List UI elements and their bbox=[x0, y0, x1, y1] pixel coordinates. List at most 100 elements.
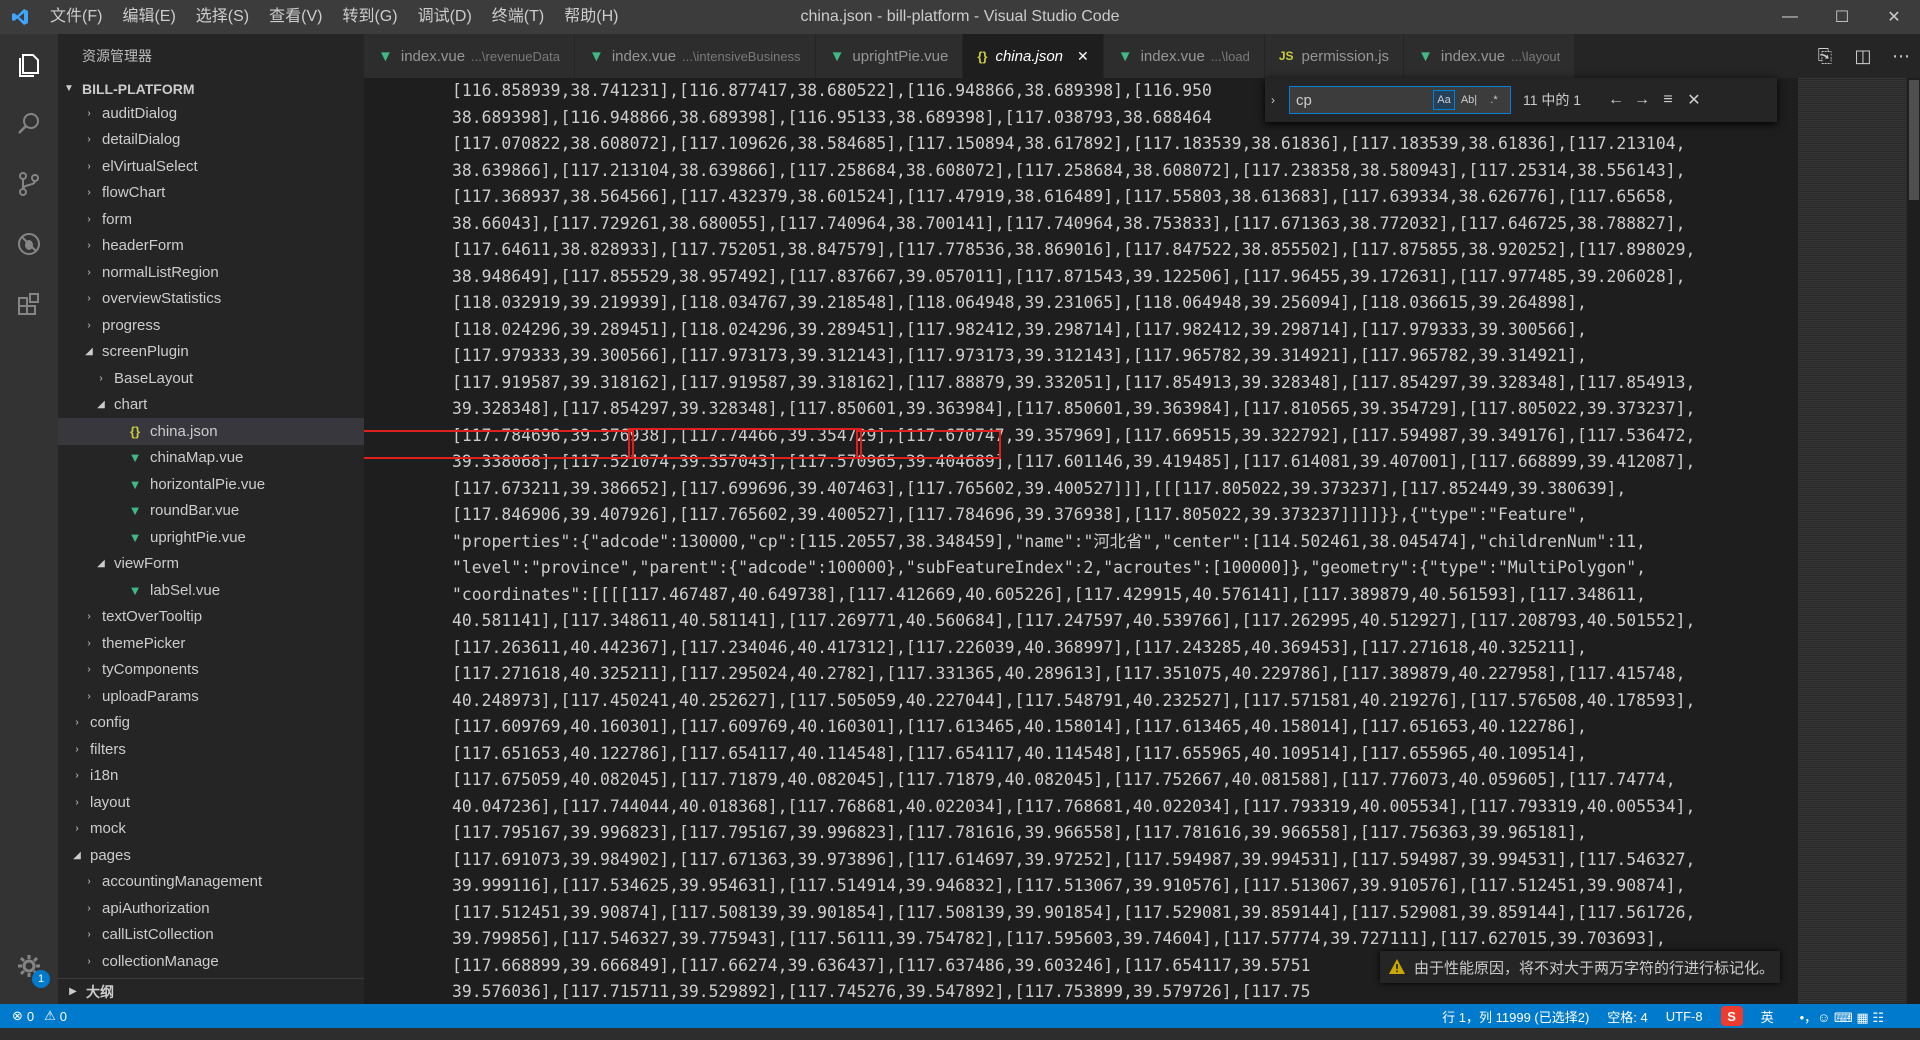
editor-actions: ⎘ ◫ ⋯ bbox=[1806, 34, 1920, 78]
outline-section-header[interactable]: ▶ 大纲 bbox=[58, 978, 364, 1004]
tree-folder[interactable]: › tyComponents bbox=[58, 657, 364, 684]
tree-folder[interactable]: › apiAuthorization bbox=[58, 895, 364, 922]
tree-folder[interactable]: ◢ screenPlugin bbox=[58, 339, 364, 366]
tree-folder[interactable]: › elVirtualSelect bbox=[58, 153, 364, 180]
tree-folder[interactable]: › auditDialog bbox=[58, 100, 364, 127]
chevron-right-icon: › bbox=[87, 240, 91, 252]
editor-tab[interactable]: ▼ uprightPie.vue bbox=[815, 34, 964, 78]
cursor-position[interactable]: 行 1，列 11999 (已选择2) bbox=[1442, 1007, 1589, 1026]
tree-file[interactable]: ▼ roundBar.vue bbox=[58, 498, 364, 525]
tree-folder[interactable]: ◢ chart bbox=[58, 392, 364, 419]
tree-folder[interactable]: › callListCollection bbox=[58, 922, 364, 949]
next-match-button[interactable]: → bbox=[1629, 91, 1655, 109]
tree-folder[interactable]: › BaseLayout bbox=[58, 365, 364, 392]
tree-file[interactable]: {} china.json bbox=[58, 418, 364, 445]
tree-file[interactable]: ▼ uprightPie.vue bbox=[58, 524, 364, 551]
open-changes-icon[interactable]: ⎘ bbox=[1806, 46, 1844, 67]
editor-tab[interactable]: ▼ index.vue ...\revenueData bbox=[364, 34, 575, 78]
encoding[interactable]: UTF-8 bbox=[1666, 1009, 1703, 1024]
toggle-replace-icon[interactable]: › bbox=[1271, 93, 1289, 107]
tree-folder[interactable]: › flowChart bbox=[58, 180, 364, 207]
tree-file[interactable]: ▼ chinaMap.vue bbox=[58, 445, 364, 472]
tree-folder[interactable]: › headerForm bbox=[58, 233, 364, 260]
problems-indicator[interactable]: ⊗ 0 ⚠ 0 bbox=[0, 1008, 67, 1024]
maximize-button[interactable]: ☐ bbox=[1816, 0, 1868, 34]
tree-item-label: horizontalPie.vue bbox=[150, 475, 266, 493]
source-control-icon[interactable] bbox=[0, 154, 58, 214]
editor-tab[interactable]: ▼ index.vue ...\load bbox=[1103, 34, 1265, 78]
tree-folder[interactable]: › overviewStatistics bbox=[58, 286, 364, 313]
tree-folder[interactable]: › normalListRegion bbox=[58, 259, 364, 286]
code-line: 38.948649],[117.855529,38.957492],[117.8… bbox=[452, 266, 1686, 286]
chevron-right-icon: › bbox=[99, 372, 103, 384]
more-actions-icon[interactable]: ⋯ bbox=[1882, 46, 1920, 67]
close-window-button[interactable]: ✕ bbox=[1868, 0, 1920, 34]
code-editor[interactable]: [116.858939,38.741231],[116.877417,38.68… bbox=[364, 78, 1920, 1004]
menu-debug[interactable]: 调试(D) bbox=[408, 0, 482, 34]
tree-folder[interactable]: › config bbox=[58, 710, 364, 737]
code-line: [117.784696,39.376938],[117.74466,39.354… bbox=[452, 425, 1696, 445]
tree-item-label: labSel.vue bbox=[150, 581, 221, 599]
json-file-icon: {} bbox=[977, 48, 988, 64]
menu-help[interactable]: 帮助(H) bbox=[554, 0, 628, 34]
tree-folder[interactable]: › i18n bbox=[58, 763, 364, 790]
split-editor-icon[interactable]: ◫ bbox=[1844, 46, 1882, 67]
menu-edit[interactable]: 编辑(E) bbox=[112, 0, 185, 34]
tree-folder[interactable]: › mock bbox=[58, 816, 364, 843]
tree-folder[interactable]: › accountingManagement bbox=[58, 869, 364, 896]
editor-tab[interactable]: ▼ index.vue ...\intensiveBusiness bbox=[574, 34, 816, 78]
tree-folder[interactable]: › filters bbox=[58, 736, 364, 763]
tab-description: ...\intensiveBusiness bbox=[682, 48, 801, 64]
editor-tab[interactable]: JS permission.js bbox=[1264, 34, 1405, 78]
tree-file[interactable]: ▼ labSel.vue bbox=[58, 577, 364, 604]
chevron-down-icon: ◢ bbox=[73, 849, 81, 861]
search-icon[interactable] bbox=[0, 94, 58, 154]
extensions-icon[interactable] bbox=[0, 274, 58, 334]
menu-go[interactable]: 转到(G) bbox=[332, 0, 407, 34]
minimap[interactable] bbox=[1798, 78, 1906, 1004]
tree-folder[interactable]: › detailDialog bbox=[58, 127, 364, 154]
indentation[interactable]: 空格: 4 bbox=[1607, 1007, 1647, 1026]
match-case-toggle[interactable]: Aa bbox=[1433, 90, 1455, 110]
tree-folder[interactable]: › textOverTooltip bbox=[58, 604, 364, 631]
tree-folder[interactable]: › form bbox=[58, 206, 364, 233]
workspace-section-header[interactable]: ▼ BILL-PLATFORM bbox=[58, 78, 364, 100]
chevron-right-icon: › bbox=[87, 664, 91, 676]
tree-item-label: BaseLayout bbox=[114, 369, 194, 387]
tree-folder[interactable]: ◢ pages bbox=[58, 842, 364, 869]
files-icon[interactable] bbox=[0, 34, 58, 94]
editor-tab[interactable]: ▼ index.vue ...\layout bbox=[1404, 34, 1576, 78]
tree-folder[interactable]: › layout bbox=[58, 789, 364, 816]
tree-file[interactable]: ▼ horizontalPie.vue bbox=[58, 471, 364, 498]
vertical-scrollbar[interactable] bbox=[1906, 78, 1920, 1004]
code-line: [117.651653,40.122786],[117.654117,40.11… bbox=[452, 743, 1587, 763]
settings-gear-icon[interactable]: 1 bbox=[0, 936, 58, 996]
tree-folder[interactable]: › progress bbox=[58, 312, 364, 339]
minimize-button[interactable]: — bbox=[1764, 0, 1816, 34]
tree-folder[interactable]: ◢ viewForm bbox=[58, 551, 364, 578]
chevron-down-icon: ▼ bbox=[64, 83, 74, 94]
tree-folder[interactable]: › collectionManage bbox=[58, 948, 364, 975]
scrollbar-thumb[interactable] bbox=[1909, 80, 1919, 200]
tree-item-label: filters bbox=[90, 740, 126, 758]
code-line: [117.271618,40.325211],[117.295024,40.27… bbox=[452, 664, 1686, 683]
menu-bar: 文件(F) 编辑(E) 选择(S) 查看(V) 转到(G) 调试(D) 终端(T… bbox=[40, 0, 628, 34]
previous-match-button[interactable]: ← bbox=[1603, 91, 1629, 109]
find-input[interactable] bbox=[1290, 91, 1430, 109]
tree-folder[interactable]: › themePicker bbox=[58, 630, 364, 657]
close-find-button[interactable]: ✕ bbox=[1681, 90, 1707, 110]
tree-folder[interactable]: › uploadParams bbox=[58, 683, 364, 710]
menu-terminal[interactable]: 终端(T) bbox=[482, 0, 554, 34]
code-lines[interactable]: [116.858939,38.741231],[116.877417,38.68… bbox=[452, 78, 1782, 1004]
close-tab-icon[interactable]: ✕ bbox=[1077, 48, 1089, 65]
editor-tab[interactable]: {} china.json ✕ bbox=[963, 34, 1104, 78]
ime-indicator[interactable]: S 英 •，☺ ⌨ ▦ ☷ bbox=[1720, 1006, 1902, 1026]
menu-view[interactable]: 查看(V) bbox=[259, 0, 332, 34]
whole-word-toggle[interactable]: Ab| bbox=[1458, 90, 1480, 110]
find-in-selection-button[interactable]: ≡ bbox=[1655, 91, 1681, 109]
regex-toggle[interactable]: .* bbox=[1483, 90, 1505, 110]
menu-file[interactable]: 文件(F) bbox=[40, 0, 112, 34]
menu-selection[interactable]: 选择(S) bbox=[186, 0, 259, 34]
debug-icon[interactable] bbox=[0, 214, 58, 274]
chevron-right-icon: › bbox=[87, 876, 91, 888]
